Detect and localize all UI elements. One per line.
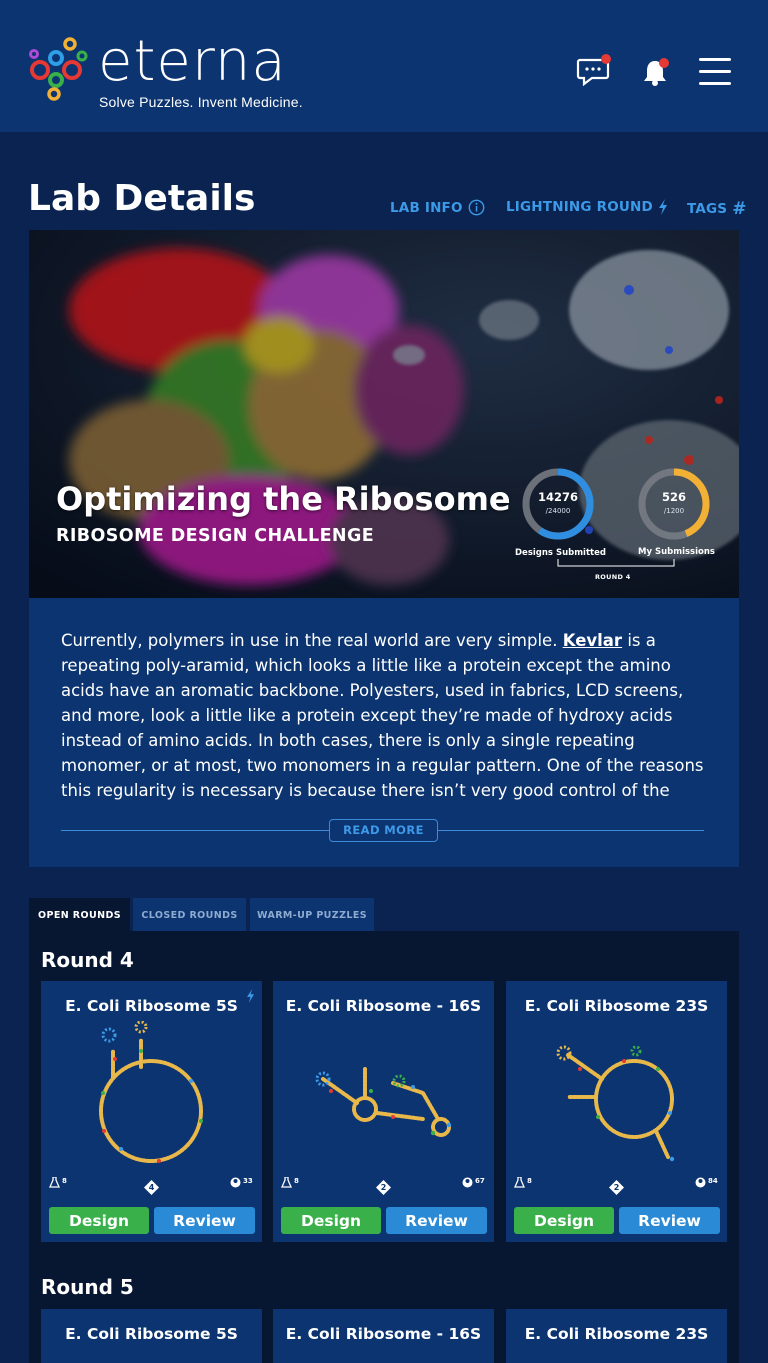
chat-icon[interactable] xyxy=(576,52,616,92)
difficulty-badge: 2 xyxy=(609,1180,624,1195)
puzzle-card[interactable]: E. Coli Ribosome 23S 8 2 84 Design Revie… xyxy=(506,981,727,1242)
info-icon xyxy=(468,199,485,216)
difficulty-value: 2 xyxy=(613,1183,620,1192)
puzzle-card[interactable]: E. Coli Ribosome - 16S 8 2 67 Design Rev… xyxy=(273,981,494,1242)
flask-icon xyxy=(514,1177,525,1188)
players-stat: 67 xyxy=(462,1177,485,1188)
review-button[interactable]: Review xyxy=(386,1207,487,1234)
flask-count: 8 xyxy=(527,1177,532,1185)
review-button[interactable]: Review xyxy=(154,1207,255,1234)
lightning-icon xyxy=(658,199,667,215)
players-stat: 33 xyxy=(230,1177,253,1188)
review-button[interactable]: Review xyxy=(619,1207,720,1234)
kevlar-link[interactable]: Kevlar xyxy=(563,631,622,650)
difficulty-value: 2 xyxy=(380,1183,387,1192)
round-bracket xyxy=(557,559,675,567)
puzzle-card[interactable]: E. Coli Ribosome 23S xyxy=(506,1309,727,1363)
lightning-round-link[interactable]: LIGHTNING ROUND xyxy=(506,199,668,215)
designs-submitted-value: 14276 xyxy=(537,490,578,504)
menu-icon[interactable] xyxy=(696,52,736,92)
players-stat: 84 xyxy=(695,1177,718,1188)
designs-submitted-total: /24000 xyxy=(545,507,571,515)
design-button[interactable]: Design xyxy=(514,1207,614,1234)
labs-stat: 8 xyxy=(281,1177,299,1188)
tab-warm-up-puzzles[interactable]: WARM-UP PUZZLES xyxy=(250,898,374,931)
lab-title: Optimizing the Ribosome xyxy=(56,480,511,518)
puzzle-title: E. Coli Ribosome 23S xyxy=(524,1325,709,1343)
players-count: 33 xyxy=(243,1177,253,1185)
design-button[interactable]: Design xyxy=(49,1207,149,1234)
difficulty-badge: 2 xyxy=(376,1180,391,1195)
round-label: ROUND 4 xyxy=(595,573,631,581)
puzzle-title: E. Coli Ribosome - 16S xyxy=(285,997,482,1015)
tags-link[interactable]: TAGS # xyxy=(687,199,747,219)
players-count: 84 xyxy=(708,1177,718,1185)
labs-stat: 8 xyxy=(514,1177,532,1188)
round-5-title: Round 5 xyxy=(41,1275,134,1299)
players-icon xyxy=(695,1177,706,1188)
labs-stat: 8 xyxy=(49,1177,67,1188)
round-4-title: Round 4 xyxy=(41,948,134,972)
design-button[interactable]: Design xyxy=(281,1207,381,1234)
lab-description: Currently, polymers in use in the real w… xyxy=(29,598,739,867)
hash-icon: # xyxy=(732,199,747,219)
puzzle-title: E. Coli Ribosome 5S xyxy=(65,997,238,1015)
page-title: Lab Details xyxy=(28,178,256,219)
logo-wordmark[interactable]: eterna xyxy=(98,24,287,100)
lab-subtitle: RIBOSOME DESIGN CHALLENGE xyxy=(56,526,375,546)
my-submissions-value: 526 xyxy=(661,490,686,504)
flask-count: 8 xyxy=(294,1177,299,1185)
rna-structure-5s xyxy=(99,1021,203,1163)
logo-tagline: Solve Puzzles. Invent Medicine. xyxy=(99,94,303,110)
puzzle-title: E. Coli Ribosome 23S xyxy=(524,997,709,1015)
puzzle-title: E. Coli Ribosome - 16S xyxy=(285,1325,482,1343)
players-count: 67 xyxy=(475,1177,485,1185)
description-part: Currently, polymers in use in the real w… xyxy=(61,631,563,650)
my-submissions-total: /1200 xyxy=(663,507,685,515)
puzzle-title: E. Coli Ribosome 5S xyxy=(65,1325,238,1343)
puzzle-card[interactable]: E. Coli Ribosome 5S xyxy=(41,1309,262,1363)
tags-label: TAGS xyxy=(687,201,728,217)
lab-info-link[interactable]: LAB INFO xyxy=(390,199,485,216)
puzzle-card[interactable]: E. Coli Ribosome 5S 8 4 33 Design Review xyxy=(41,981,262,1242)
tab-open-rounds[interactable]: OPEN ROUNDS xyxy=(29,898,130,931)
flask-icon xyxy=(281,1177,292,1188)
designs-submitted-gauge xyxy=(522,468,594,540)
difficulty-value: 4 xyxy=(148,1183,155,1192)
lab-hero: Optimizing the Ribosome RIBOSOME DESIGN … xyxy=(29,230,739,598)
bell-icon[interactable] xyxy=(637,52,677,92)
designs-submitted-label: Designs Submitted xyxy=(515,548,606,558)
rna-structure-16s xyxy=(315,1067,452,1137)
read-more-button[interactable]: READ MORE xyxy=(329,819,438,842)
site-header: eterna Solve Puzzles. Invent Medicine. xyxy=(0,0,768,132)
my-submissions-gauge xyxy=(638,468,710,540)
flask-icon xyxy=(49,1177,60,1188)
difficulty-badge: 4 xyxy=(144,1180,159,1195)
description-text: Currently, polymers in use in the real w… xyxy=(61,628,711,800)
lab-info-label: LAB INFO xyxy=(390,199,463,216)
my-submissions-label: My Submissions xyxy=(638,547,715,557)
lightning-round-label: LIGHTNING ROUND xyxy=(506,199,653,215)
eterna-logo-icon[interactable] xyxy=(26,34,92,104)
puzzle-card[interactable]: E. Coli Ribosome - 16S xyxy=(273,1309,494,1363)
players-icon xyxy=(230,1177,241,1188)
rna-structure-23s xyxy=(556,1045,675,1162)
players-icon xyxy=(462,1177,473,1188)
flask-count: 8 xyxy=(62,1177,67,1185)
description-part: is a repeating poly-aramid, which looks … xyxy=(61,631,704,800)
tab-closed-rounds[interactable]: CLOSED ROUNDS xyxy=(133,898,246,931)
